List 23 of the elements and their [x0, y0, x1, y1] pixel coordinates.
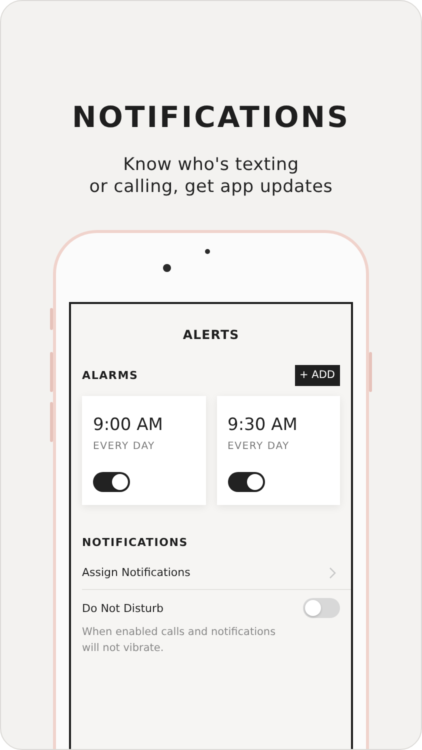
alarm-time: 9:00 AM — [93, 415, 164, 435]
section-heading: ALARMS — [82, 369, 138, 382]
alarm-card[interactable]: 9:00 AM EVERY DAY — [82, 396, 206, 505]
alarm-repeat: EVERY DAY — [93, 441, 156, 452]
section-heading: NOTIFICATIONS — [82, 536, 189, 549]
help-text: When enabled calls and notifications will not vibrate. — [82, 625, 277, 656]
row-label: Do Not Disturb — [82, 602, 164, 614]
headline: NOTIFICATIONS — [72, 99, 350, 136]
camera-icon — [163, 264, 171, 272]
alarm-toggle[interactable] — [93, 472, 130, 492]
alarm-toggle[interactable] — [228, 472, 264, 492]
chevron-icon — [329, 566, 336, 578]
alarm-repeat: EVERY DAY — [228, 441, 290, 452]
toggle-switch[interactable] — [303, 598, 340, 618]
row-label: Assign Notifications — [82, 566, 190, 579]
screen-title: ALERTS — [182, 327, 240, 342]
alarm-time: 9:30 AM — [228, 415, 298, 435]
subtitle-line: Know who's texting — [122, 154, 300, 176]
settings-row[interactable]: Assign Notifications — [82, 549, 351, 590]
add-button[interactable]: + ADD — [294, 365, 340, 386]
subtitle-line: or calling, get app updates — [89, 176, 333, 198]
speaker-icon — [205, 249, 210, 254]
alarm-card[interactable]: 9:30 AM EVERY DAY — [216, 396, 340, 505]
